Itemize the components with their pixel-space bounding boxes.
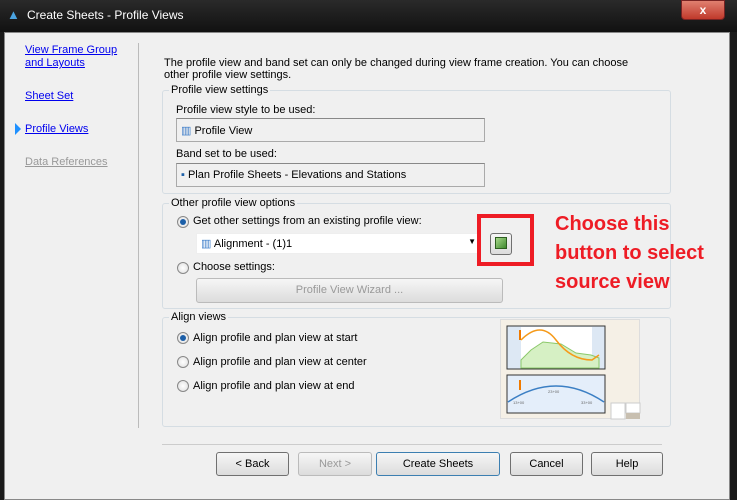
profile-view-dropdown[interactable]: ▥ Alignment - (1)1 ▼	[196, 233, 481, 254]
next-button: Next >	[298, 452, 372, 476]
profile-view-icon: ▥	[181, 125, 192, 137]
back-button[interactable]: < Back	[216, 452, 289, 476]
align-center-label: Align profile and plan view at center	[193, 356, 367, 368]
nav-sheet-set[interactable]: Sheet Set	[25, 90, 73, 102]
band-set-field: ▪ Plan Profile Sheets - Elevations and S…	[176, 163, 485, 187]
align-end-label: Align profile and plan view at end	[193, 380, 355, 392]
radio-choose-settings[interactable]	[177, 262, 189, 274]
close-button[interactable]: x	[681, 0, 725, 20]
align-start-label: Align profile and plan view at start	[193, 332, 358, 344]
alignment-preview-graphic: 13+00 23+00 33+00	[506, 325, 641, 420]
station-label: 23+00	[548, 389, 560, 394]
create-sheets-button[interactable]: Create Sheets	[376, 452, 500, 476]
station-label: 13+00	[513, 400, 525, 405]
radio-align-center[interactable]	[177, 356, 189, 368]
band-set-icon: ▪	[181, 169, 185, 181]
nav-data-references: Data References	[25, 156, 108, 168]
title-bar: ▲ Create Sheets - Profile Views x	[0, 0, 737, 32]
nav-profile-views[interactable]: Profile Views	[25, 123, 88, 135]
cancel-button[interactable]: Cancel	[510, 452, 583, 476]
chevron-down-icon: ▼	[468, 237, 476, 246]
intro-text: The profile view and band set can only b…	[164, 57, 629, 81]
current-step-arrow-icon	[15, 123, 21, 135]
profile-view-style-field: ▥ Profile View	[176, 118, 485, 142]
annotation-text: Choose this button to select source view	[555, 213, 704, 293]
group-title: Profile view settings	[171, 84, 269, 96]
radio-align-start[interactable]	[177, 332, 189, 344]
profile-view-wizard-button: Profile View Wizard ...	[196, 278, 503, 303]
nav-divider	[138, 43, 139, 428]
radio-existing-label: Get other settings from an existing prof…	[193, 215, 422, 227]
alignment-preview: 13+00 23+00 33+00	[500, 319, 641, 420]
annotation-highlight-box	[477, 214, 534, 266]
app-logo-icon: ▲	[7, 7, 20, 22]
window-title: Create Sheets - Profile Views	[27, 8, 184, 22]
style-label: Profile view style to be used:	[176, 104, 316, 116]
band-label: Band set to be used:	[176, 148, 277, 160]
nav-view-frame-group[interactable]: View Frame Group and Layouts	[25, 44, 125, 70]
radio-align-end[interactable]	[177, 380, 189, 392]
group-title: Align views	[171, 311, 227, 323]
radio-choose-label: Choose settings:	[193, 261, 275, 273]
button-separator	[162, 444, 662, 445]
station-label: 33+00	[581, 400, 593, 405]
help-button[interactable]: Help	[591, 452, 663, 476]
radio-existing-view[interactable]	[177, 216, 189, 228]
group-title: Other profile view options	[171, 197, 296, 209]
profile-view-icon: ▥	[201, 238, 212, 250]
